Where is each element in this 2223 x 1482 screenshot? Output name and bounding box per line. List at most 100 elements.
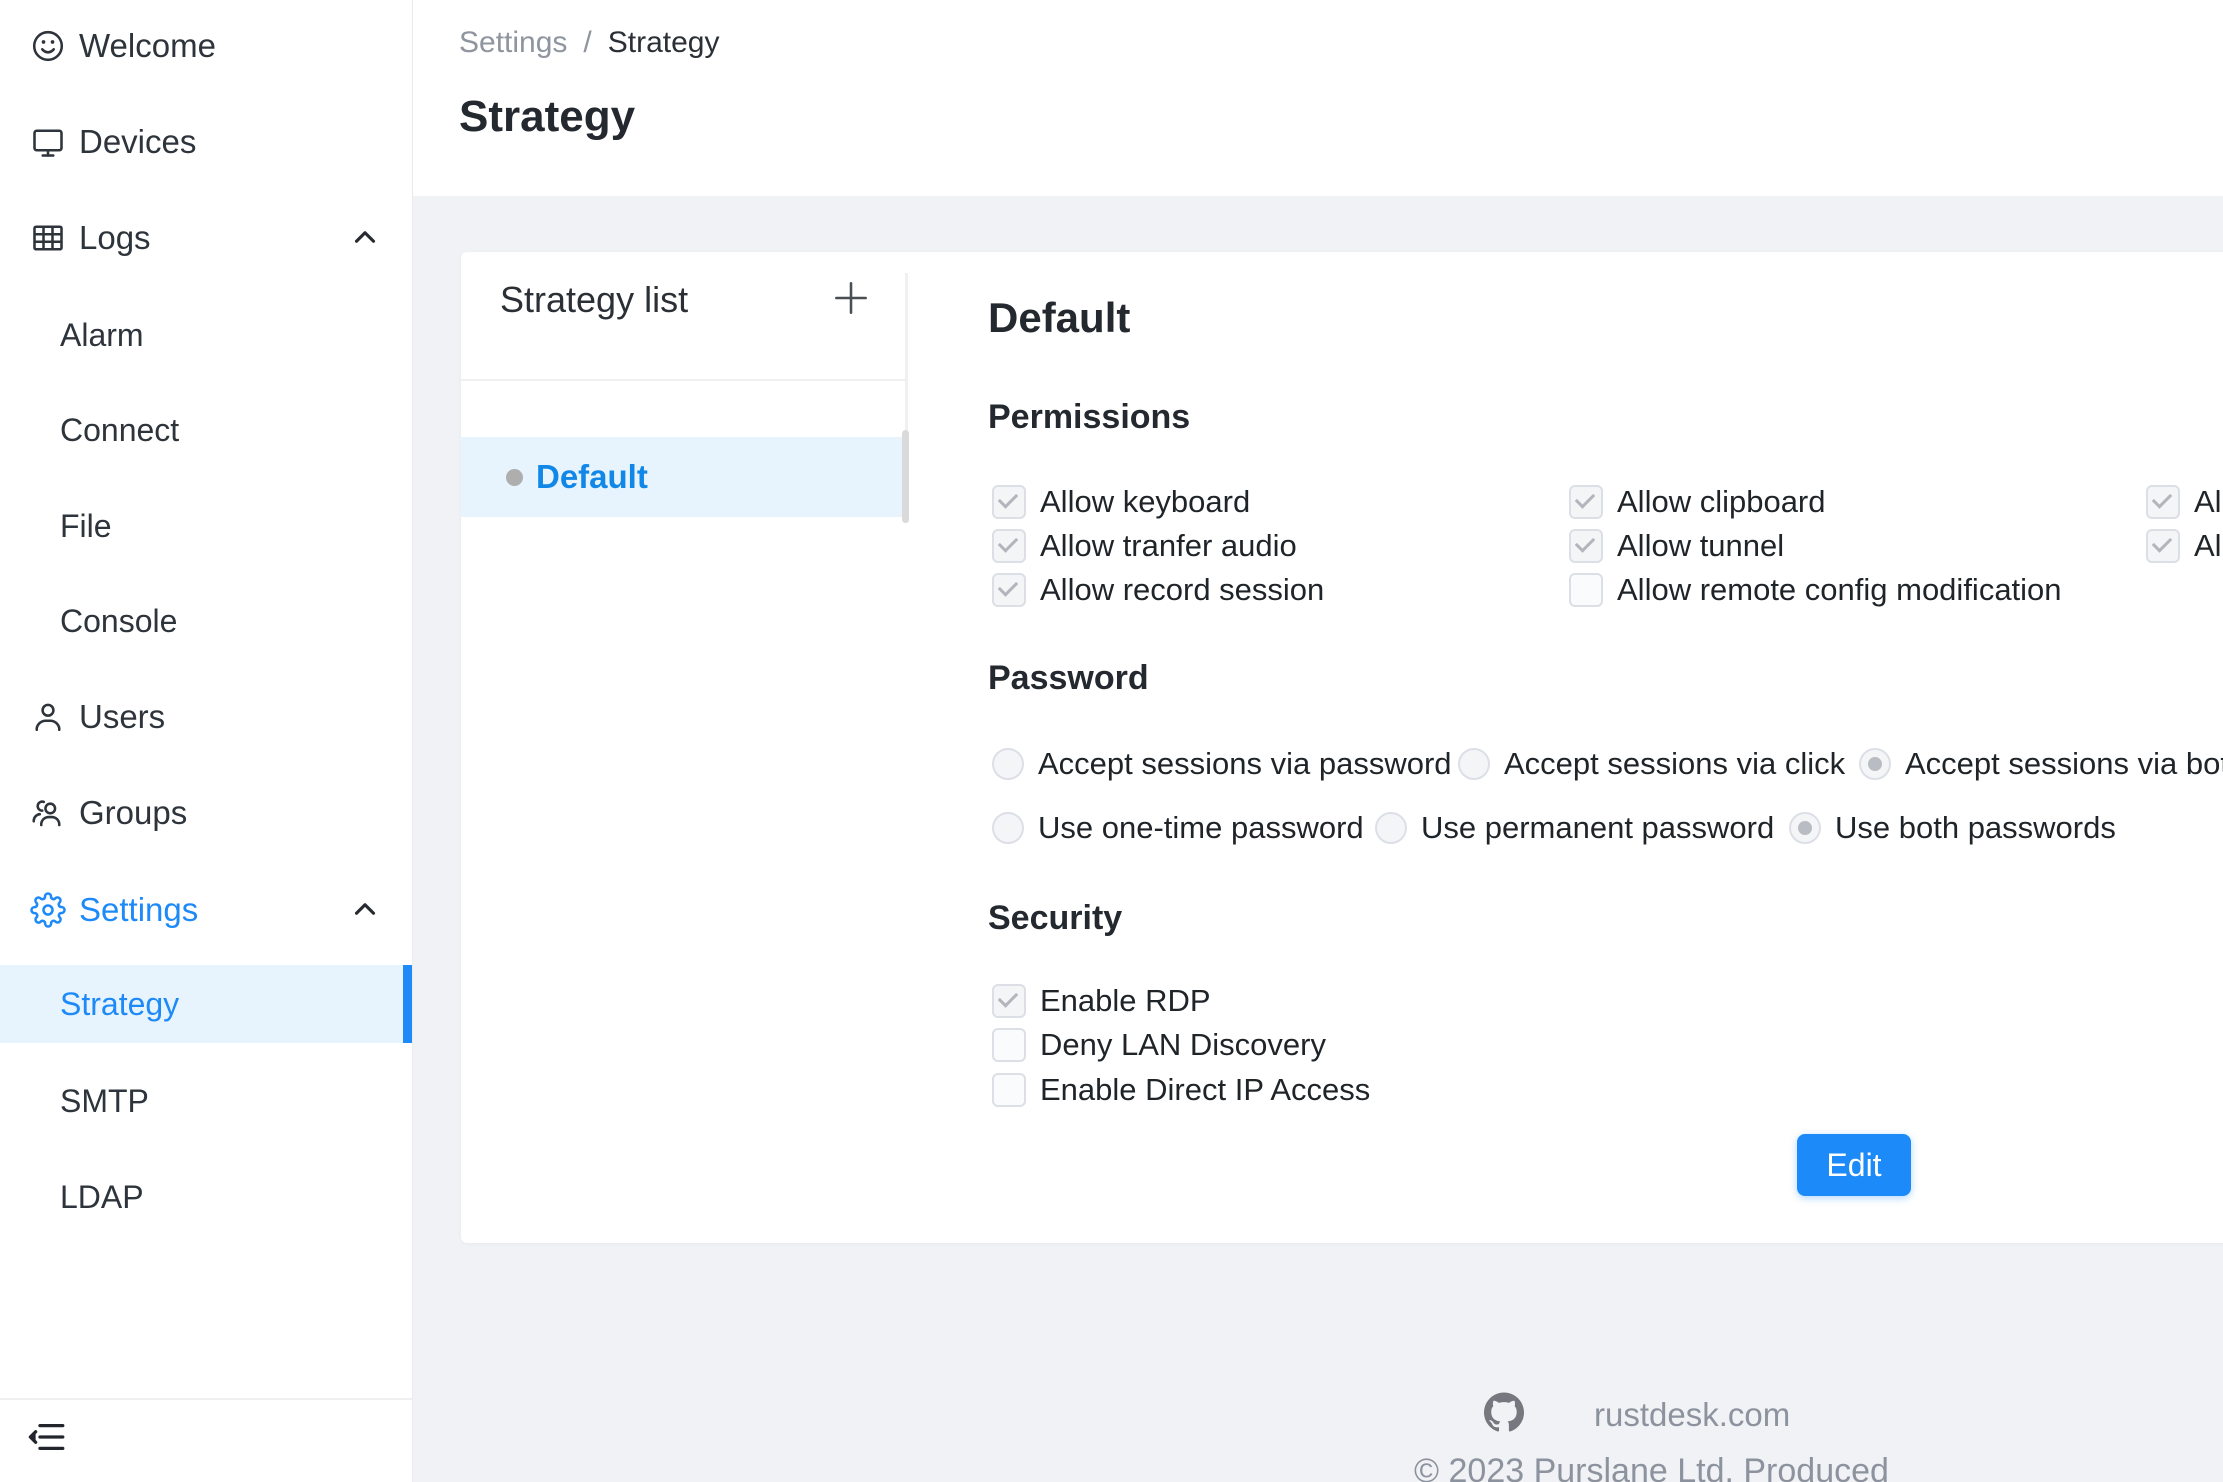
sidebar-item-label: Welcome xyxy=(79,27,216,65)
checkbox-allow-record-session[interactable]: Allow record session xyxy=(992,568,1324,612)
strategy-list-title: Strategy list xyxy=(500,279,688,321)
checkbox-checked-icon[interactable] xyxy=(992,529,1026,563)
sidebar-item-console[interactable]: Console xyxy=(0,581,412,661)
radio-accept-sessions-via-click[interactable]: Accept sessions via click xyxy=(1458,742,1845,786)
chevron-up-icon[interactable] xyxy=(348,220,382,254)
radio-label: Use one-time password xyxy=(1038,810,1364,846)
sidebar-item-groups[interactable]: Groups xyxy=(0,773,412,853)
checkbox-allow-transfer-audio[interactable]: Allow tranfer audio xyxy=(992,524,1297,568)
sidebar-item-label: Strategy xyxy=(60,986,179,1023)
checkbox-unchecked-icon[interactable] xyxy=(1569,573,1603,607)
checkbox-allow-tunnel[interactable]: Allow tunnel xyxy=(1569,524,1784,568)
checkbox-unchecked-icon[interactable] xyxy=(992,1028,1026,1062)
checkbox-checked-icon[interactable] xyxy=(1569,485,1603,519)
add-strategy-button[interactable] xyxy=(829,276,873,320)
user-icon xyxy=(30,699,66,735)
radio-label: Use permanent password xyxy=(1421,810,1774,846)
checkbox-checked-icon[interactable] xyxy=(1569,529,1603,563)
checkbox-label: Allow record session xyxy=(1040,572,1324,608)
list-scrollbar-thumb[interactable] xyxy=(902,430,909,523)
strategy-list-item-default[interactable]: Default xyxy=(461,437,904,517)
sidebar-item-strategy[interactable]: Strategy xyxy=(0,965,412,1043)
rustdesk-link[interactable]: rustdesk.com xyxy=(1594,1396,1790,1434)
sidebar-item-settings[interactable]: Settings xyxy=(0,870,412,950)
radio-accept-sessions-via-password[interactable]: Accept sessions via password xyxy=(992,742,1452,786)
breadcrumb-settings[interactable]: Settings xyxy=(459,26,567,60)
sidebar-item-ldap[interactable]: LDAP xyxy=(0,1157,412,1237)
radio-label: Accept sessions via password xyxy=(1038,746,1452,782)
radio-selected-icon[interactable] xyxy=(1789,812,1821,844)
checkbox-label: All xyxy=(2194,484,2223,520)
checkbox-allow-keyboard[interactable]: Allow keyboard xyxy=(992,480,1250,524)
checkbox-label: Allow remote config modification xyxy=(1617,572,2062,608)
chevron-up-icon[interactable] xyxy=(348,892,382,926)
page-title: Strategy xyxy=(459,92,635,142)
sidebar-item-welcome[interactable]: Welcome xyxy=(0,6,412,86)
sidebar-item-alarm[interactable]: Alarm xyxy=(0,295,412,375)
checkbox-label: Deny LAN Discovery xyxy=(1040,1027,1326,1063)
permissions-heading: Permissions xyxy=(988,398,1190,437)
strategy-detail-title: Default xyxy=(988,294,1130,342)
checkbox-deny-lan-discovery[interactable]: Deny LAN Discovery xyxy=(992,1023,1326,1067)
sidebar-item-logs[interactable]: Logs xyxy=(0,198,412,278)
radio-use-permanent-password[interactable]: Use permanent password xyxy=(1375,806,1774,850)
password-heading: Password xyxy=(988,659,1149,698)
active-indicator-bar xyxy=(403,965,412,1043)
checkbox-unchecked-icon[interactable] xyxy=(992,1073,1026,1107)
radio-use-one-time-password[interactable]: Use one-time password xyxy=(992,806,1364,850)
sidebar-footer-divider xyxy=(0,1398,412,1400)
checkbox-label: Enable Direct IP Access xyxy=(1040,1072,1370,1108)
checkbox-allow-truncated-2[interactable]: All xyxy=(2146,524,2223,568)
checkbox-allow-truncated-1[interactable]: All xyxy=(2146,480,2223,524)
radio-unselected-icon[interactable] xyxy=(992,748,1024,780)
monitor-icon xyxy=(30,124,66,160)
edit-button[interactable]: Edit xyxy=(1797,1134,1911,1196)
security-heading: Security xyxy=(988,899,1122,938)
list-divider xyxy=(461,379,907,381)
sidebar-item-label: Groups xyxy=(79,794,187,832)
sidebar-item-label: Logs xyxy=(79,219,151,257)
breadcrumb: Settings / Strategy xyxy=(459,26,719,60)
radio-use-both-passwords[interactable]: Use both passwords xyxy=(1789,806,2116,850)
page-header: Settings / Strategy Strategy xyxy=(413,0,2223,196)
radio-selected-icon[interactable] xyxy=(1859,748,1891,780)
sidebar-item-label: Console xyxy=(60,603,177,640)
radio-unselected-icon[interactable] xyxy=(992,812,1024,844)
user-group-icon xyxy=(30,795,66,831)
radio-unselected-icon[interactable] xyxy=(1458,748,1490,780)
checkbox-enable-direct-ip-access[interactable]: Enable Direct IP Access xyxy=(992,1068,1370,1112)
checkbox-checked-icon[interactable] xyxy=(992,573,1026,607)
table-icon xyxy=(30,220,66,256)
checkbox-allow-clipboard[interactable]: Allow clipboard xyxy=(1569,480,1826,524)
radio-accept-sessions-via-both[interactable]: Accept sessions via both xyxy=(1859,742,2223,786)
checkbox-label: Allow tunnel xyxy=(1617,528,1784,564)
checkbox-label: All xyxy=(2194,528,2223,564)
radio-label: Use both passwords xyxy=(1835,810,2116,846)
checkbox-allow-remote-config-modification[interactable]: Allow remote config modification xyxy=(1569,568,2062,612)
sidebar-item-devices[interactable]: Devices xyxy=(0,102,412,182)
checkbox-label: Allow keyboard xyxy=(1040,484,1250,520)
sidebar-item-label: File xyxy=(60,508,112,545)
checkbox-checked-icon[interactable] xyxy=(2146,529,2180,563)
breadcrumb-separator: / xyxy=(583,26,591,60)
sidebar-item-users[interactable]: Users xyxy=(0,677,412,757)
sidebar-item-smtp[interactable]: SMTP xyxy=(0,1061,412,1141)
gear-icon xyxy=(30,892,66,928)
radio-unselected-icon[interactable] xyxy=(1375,812,1407,844)
collapse-sidebar-icon[interactable] xyxy=(26,1416,68,1458)
sidebar-item-label: Alarm xyxy=(60,317,144,354)
sidebar-item-connect[interactable]: Connect xyxy=(0,390,412,470)
checkbox-label: Allow tranfer audio xyxy=(1040,528,1297,564)
checkbox-checked-icon[interactable] xyxy=(992,485,1026,519)
radio-label: Accept sessions via both xyxy=(1905,746,2223,782)
radio-label: Accept sessions via click xyxy=(1504,746,1845,782)
checkbox-label: Allow clipboard xyxy=(1617,484,1826,520)
checkbox-enable-rdp[interactable]: Enable RDP xyxy=(992,979,1211,1023)
checkbox-checked-icon[interactable] xyxy=(2146,485,2180,519)
sidebar-item-label: Connect xyxy=(60,412,179,449)
sidebar-item-label: SMTP xyxy=(60,1083,149,1120)
bullet-dot-icon xyxy=(506,469,523,486)
checkbox-checked-icon[interactable] xyxy=(992,984,1026,1018)
github-icon[interactable] xyxy=(1484,1392,1524,1432)
sidebar-item-file[interactable]: File xyxy=(0,486,412,566)
